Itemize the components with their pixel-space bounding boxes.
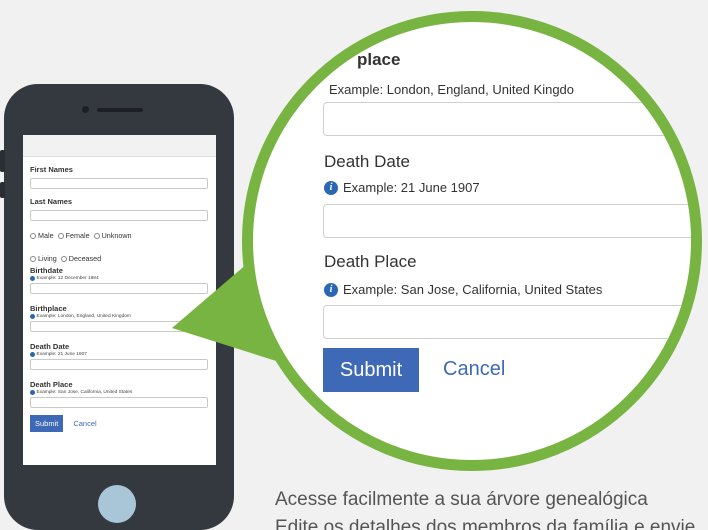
- promo-caption: Acesse facilmente a sua árvore genealógi…: [275, 486, 695, 530]
- zoom-death-date-input[interactable]: [323, 204, 691, 238]
- zoom-death-date-label: Death Date: [324, 152, 410, 171]
- caption-line-2: Edite os detalhes dos membros da família…: [275, 517, 696, 530]
- info-icon: i: [324, 282, 338, 297]
- zoom-death-place-label: Death Place: [324, 252, 417, 271]
- zoomed-form: place Example: London, England, United K…: [253, 22, 691, 460]
- magnifier-lens: place Example: London, England, United K…: [242, 11, 702, 471]
- zoom-submit-button[interactable]: Submit: [323, 348, 419, 392]
- zoom-cancel-link[interactable]: Cancel: [443, 358, 505, 381]
- info-icon: i: [324, 180, 338, 195]
- zoom-death-place-input[interactable]: [323, 305, 691, 339]
- zoom-birthplace-label: place: [357, 50, 401, 69]
- zoom-birthplace-input[interactable]: [323, 102, 691, 136]
- caption-line-1: Acesse facilmente a sua árvore genealógi…: [275, 489, 648, 510]
- zoom-birthplace-hint: Example: London, England, United Kingdo: [329, 82, 575, 97]
- zoom-death-place-hint: i Example: San Jose, California, United …: [324, 282, 602, 297]
- zoom-death-date-hint: i Example: 21 June 1907: [324, 180, 480, 195]
